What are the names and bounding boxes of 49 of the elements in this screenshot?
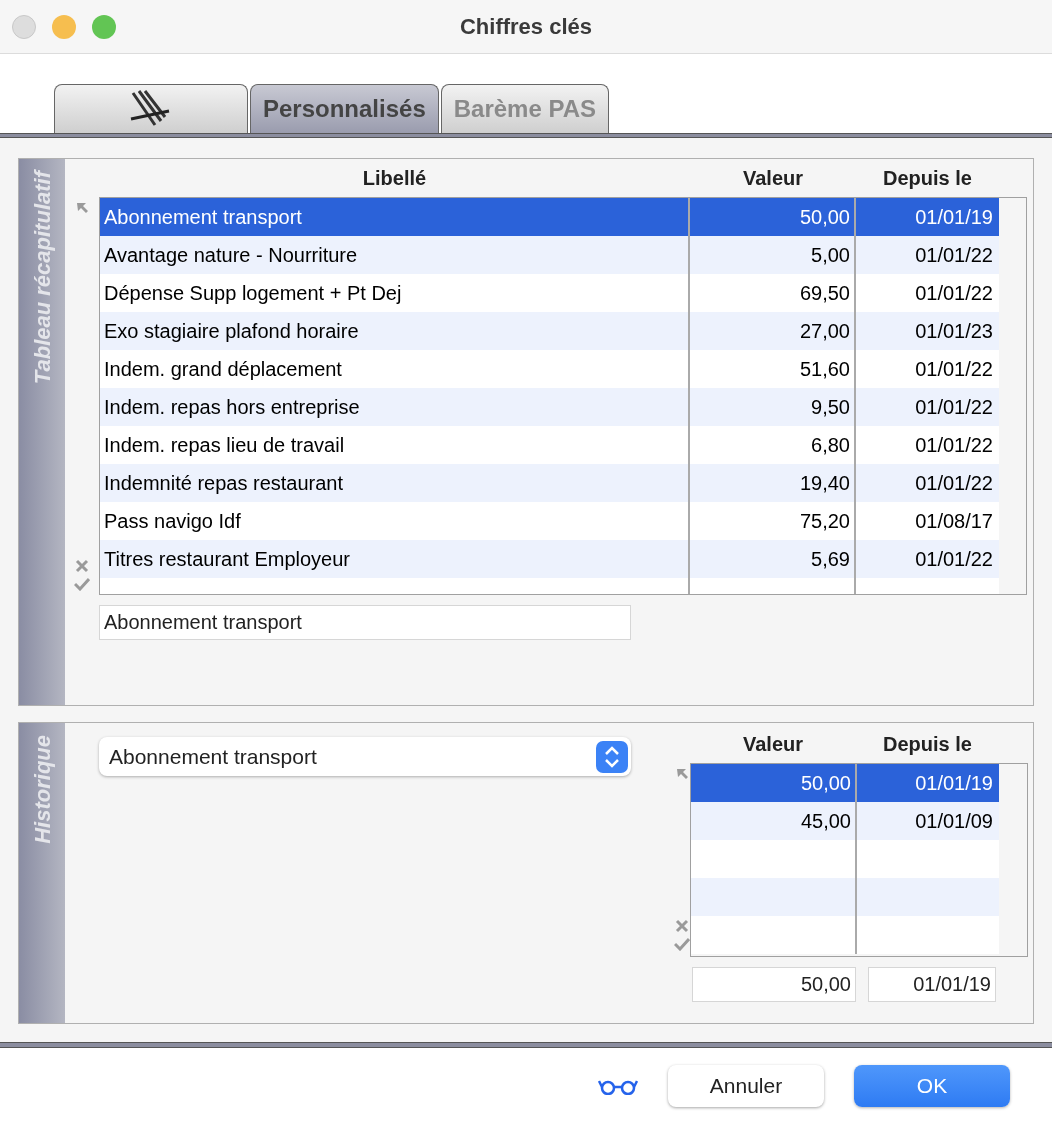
section-label: Historique <box>28 735 56 844</box>
table-row[interactable]: Exo stagiaire plafond horaire 27,00 01/01/23 <box>100 312 999 350</box>
table-cell-text: 01/01/23 <box>914 319 994 344</box>
table-row[interactable]: Dépense Supp logement + Pt Dej 69,50 01/01/22 <box>100 274 999 312</box>
check-icon[interactable] <box>674 937 690 951</box>
table-row[interactable]: Indem. repas lieu de travail 6,80 01/01/22 <box>100 426 999 464</box>
table-cell-text: 01/01/09 <box>914 809 994 834</box>
column-header[interactable]: Libellé <box>99 163 690 193</box>
arrow-icon[interactable] <box>75 201 89 215</box>
window-title: Chiffres clés <box>458 13 594 41</box>
table-cell-text: 01/08/17 <box>914 509 994 534</box>
arrow-icon[interactable] <box>675 767 689 781</box>
chevron-up-down-icon <box>596 740 628 773</box>
value-field[interactable]: 50,00 <box>692 967 856 1002</box>
tab[interactable]: Personnalisés <box>250 84 439 133</box>
table-cell-text: 01/01/22 <box>914 433 994 458</box>
table-cell-text: 01/01/22 <box>914 357 994 382</box>
section-label: Tableau récapitulatif <box>28 171 56 385</box>
table-cell-text: 01/01/19 <box>914 771 994 796</box>
table-row[interactable]: Titres restaurant Employeur 5,69 01/01/22 <box>100 540 999 578</box>
table-cell-text: 01/01/22 <box>914 281 994 306</box>
item-select[interactable]: Abonnement transport <box>99 737 631 776</box>
table-row[interactable]: Avantage nature - Nourriture 5,00 01/01/22 <box>100 236 999 274</box>
table-cell-text: 01/01/19 <box>914 205 994 230</box>
close-icon[interactable] <box>75 559 89 573</box>
table-row[interactable]: 45,00 01/01/09 <box>691 802 999 840</box>
table-row[interactable]: 50,00 01/01/19 <box>691 764 999 802</box>
table-cell-text: 01/01/22 <box>914 547 994 572</box>
minimize-button[interactable] <box>52 14 76 39</box>
cancel-button[interactable]: Annuler <box>668 1065 824 1107</box>
column-header[interactable]: Valeur <box>690 163 856 193</box>
table-row[interactable]: Indemnité repas restaurant 19,40 01/01/22 <box>100 464 999 502</box>
column-header[interactable]: Valeur <box>690 729 856 759</box>
table-row[interactable]: Abonnement transport 50,00 01/01/19 <box>100 198 999 236</box>
table-row[interactable]: Indem. repas hors entreprise 9,50 01/01/22 <box>100 388 999 426</box>
label-field[interactable]: Abonnement transport <box>99 605 631 640</box>
table-row[interactable]: Pass navigo Idf 75,20 01/08/17 <box>100 502 999 540</box>
close-window-button[interactable] <box>12 14 36 39</box>
check-icon[interactable] <box>74 577 90 591</box>
table-cell-text: 01/01/22 <box>914 471 994 496</box>
table-row[interactable]: Indem. grand déplacement 51,60 01/01/22 <box>100 350 999 388</box>
zoom-button[interactable] <box>92 14 116 39</box>
column-header[interactable]: Depuis le <box>856 729 999 759</box>
table-cell-text: 01/01/22 <box>914 395 994 420</box>
tab[interactable] <box>54 84 248 133</box>
date-field[interactable]: 01/01/19 <box>868 967 996 1002</box>
table-cell-text: 01/01/22 <box>914 243 994 268</box>
column-header[interactable]: Depuis le <box>856 163 999 193</box>
close-icon[interactable] <box>675 919 689 933</box>
